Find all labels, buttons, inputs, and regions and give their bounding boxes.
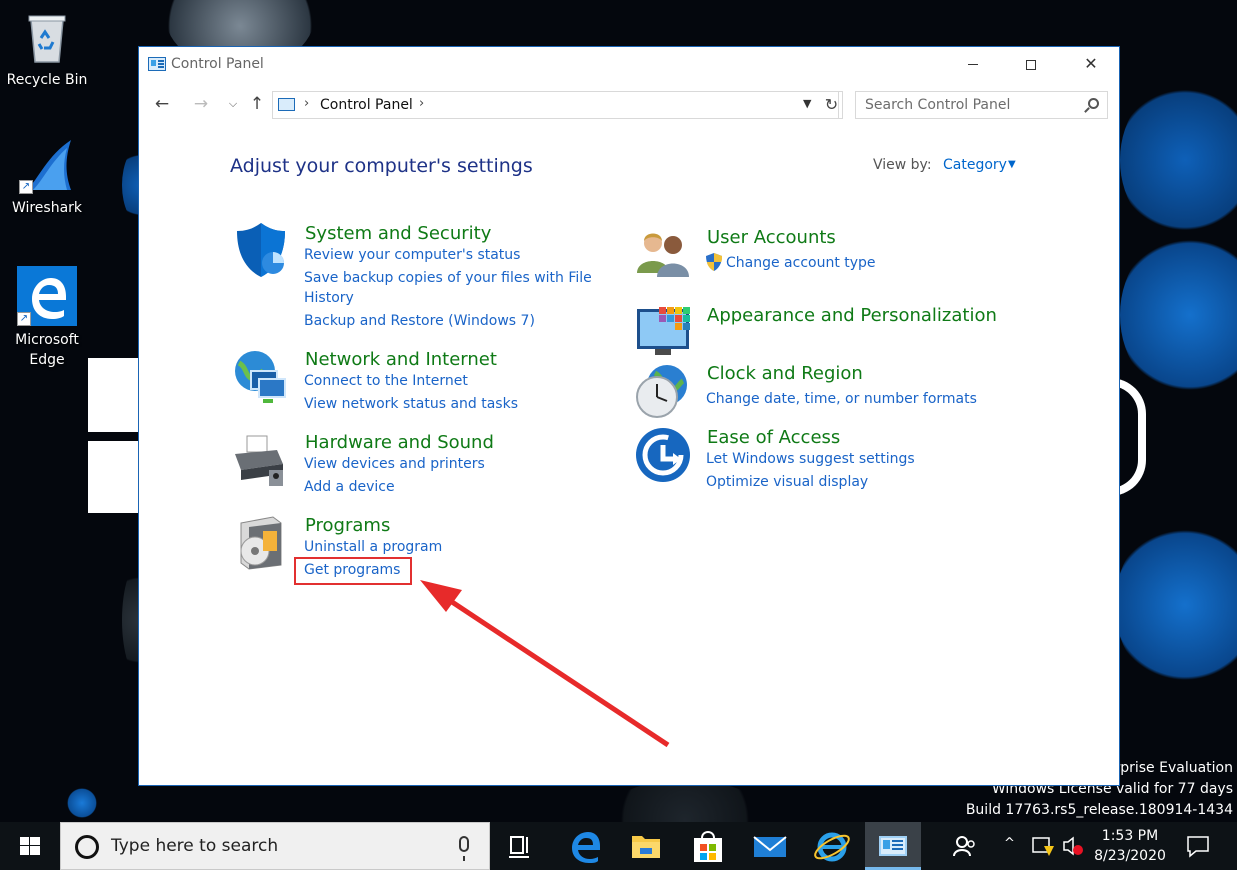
taskbar: Type here to search ^ 1:53 PM 8/23/2020 [0, 822, 1237, 870]
taskbar-file-explorer-button[interactable] [618, 822, 674, 870]
cortana-icon[interactable] [75, 835, 99, 859]
taskbar-search-box[interactable]: Type here to search [60, 822, 490, 870]
network-warning-icon [1032, 837, 1054, 856]
people-icon [953, 836, 975, 857]
volume-muted-icon [1063, 836, 1083, 856]
task-view-icon [509, 836, 529, 858]
store-icon [694, 831, 722, 862]
taskbar-edge-button[interactable] [558, 822, 614, 870]
notification-icon [1187, 836, 1209, 858]
network-status-button[interactable] [1028, 822, 1058, 870]
people-button[interactable] [940, 822, 988, 870]
volume-button[interactable] [1060, 822, 1086, 870]
clock-date: 8/23/2020 [1094, 848, 1166, 864]
task-view-button[interactable] [492, 822, 548, 870]
clock[interactable]: 1:53 PM 8/23/2020 [1090, 826, 1170, 866]
annotation-arrow [420, 580, 670, 748]
taskbar-store-button[interactable] [680, 822, 736, 870]
show-hidden-icons-button[interactable]: ^ [1000, 822, 1026, 870]
microphone-icon[interactable] [459, 836, 469, 861]
file-explorer-icon [632, 836, 660, 858]
internet-explorer-icon [814, 832, 850, 862]
taskbar-control-panel-button[interactable] [865, 822, 921, 870]
control-panel-icon [879, 836, 907, 856]
taskbar-internet-explorer-button[interactable] [804, 822, 860, 870]
taskbar-mail-button[interactable] [742, 822, 798, 870]
edge-icon [572, 832, 600, 863]
start-button[interactable] [0, 822, 60, 870]
chevron-up-icon: ^ [1004, 836, 1015, 851]
taskbar-search-placeholder: Type here to search [111, 836, 279, 856]
mail-icon [753, 836, 787, 857]
windows-logo-icon [20, 837, 40, 855]
action-center-button[interactable] [1178, 822, 1218, 870]
clock-time: 1:53 PM [1101, 828, 1159, 844]
